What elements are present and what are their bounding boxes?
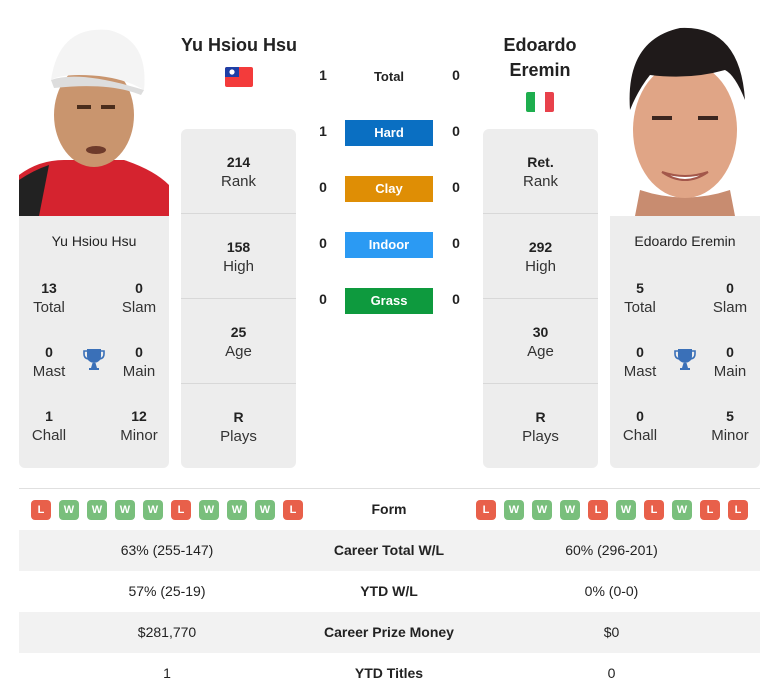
player2-high: 292 High [525, 239, 556, 275]
h2h-indoor-p2: 0 [452, 235, 460, 251]
player1-value: $281,770 [137, 624, 197, 640]
player1-high: 158 High [223, 239, 254, 275]
trophy-icon [82, 347, 106, 376]
surface-clay-button[interactable]: Clay [345, 176, 433, 202]
h2h-clay-p1: 0 [319, 179, 327, 195]
player2-form-badge-win[interactable]: W [560, 500, 580, 520]
player2-value: 0% (0-0) [584, 583, 639, 599]
player2-form-badge-loss[interactable]: L [644, 500, 664, 520]
player2-value: 0 [607, 665, 616, 681]
player2-name-line1: Edoardo [503, 35, 577, 55]
player2-titles-mast: 0 Mast [623, 344, 657, 380]
player2-name-line2: Eremin [509, 60, 571, 80]
player1-form-badge-win[interactable]: W [87, 500, 107, 520]
player2-titles-chall: 0 Chall [622, 408, 658, 444]
player2-titles-total: 5 Total [624, 280, 656, 316]
player2-form-badge-loss[interactable]: L [588, 500, 608, 520]
h2h-grass-p1: 0 [319, 291, 327, 307]
player2-rank: Ret. Rank [522, 154, 559, 190]
surface-grass-button[interactable]: Grass [345, 288, 433, 314]
player2-form-badge-loss[interactable]: L [728, 500, 748, 520]
player2-form-badge-win[interactable]: W [504, 500, 524, 520]
player1-plays: R Plays [220, 409, 257, 445]
player1-stats-card: 214 Rank 158 High 25 Age R Plays [181, 129, 296, 468]
player1-age: 25 Age [225, 324, 252, 360]
player1-titles-chall: 1 Chall [31, 408, 67, 444]
divider [181, 298, 296, 299]
row-label: Career Total W/L [333, 542, 445, 558]
player1-titles-total: 13 Total [33, 280, 65, 316]
row-label: YTD W/L [360, 583, 418, 599]
divider [181, 213, 296, 214]
player2-titles-main: 0 Main [713, 344, 747, 380]
player2-name[interactable]: Edoardo Eremin [480, 33, 600, 83]
table-row: 63% (255-147) Career Total W/L 60% (296-… [19, 530, 760, 571]
divider [483, 213, 598, 214]
player1-value: 63% (255-147) [120, 542, 214, 558]
player1-form-badge-win[interactable]: W [59, 500, 79, 520]
player1-form-badge-win[interactable]: W [143, 500, 163, 520]
h2h-total-p1: 1 [319, 67, 327, 83]
player1-form-badge-win[interactable]: W [199, 500, 219, 520]
player2-photo [610, 20, 760, 216]
player1-titles-mast: 0 Mast [32, 344, 66, 380]
h2h-hard-p1: 1 [319, 123, 327, 139]
row-label: YTD Titles [354, 665, 424, 681]
player2-titles-card: Edoardo Eremin 5 Total 0 Slam 0 Mast 0 M… [610, 216, 760, 468]
table-row: 57% (25-19) YTD W/L 0% (0-0) [19, 571, 760, 612]
table-row: $281,770 Career Prize Money $0 [19, 612, 760, 653]
divider [483, 298, 598, 299]
surface-hard-button[interactable]: Hard [345, 120, 433, 146]
taiwan-flag-icon [225, 67, 253, 87]
player2-form-badge-win[interactable]: W [616, 500, 636, 520]
form-row: LWWWWLWWWL Form LWWWLWLWLL [19, 489, 760, 530]
player2-form-badge-win[interactable]: W [672, 500, 692, 520]
row-label: Career Prize Money [324, 624, 454, 640]
h2h-indoor-p1: 0 [319, 235, 327, 251]
player1-form-badge-loss[interactable]: L [31, 500, 51, 520]
player1-titles-card: Yu Hsiou Hsu 13 Total 0 Slam 0 Mast 0 Ma… [19, 216, 169, 468]
player2-form-badge-loss[interactable]: L [476, 500, 496, 520]
player1-form-badge-loss[interactable]: L [171, 500, 191, 520]
h2h-clay-p2: 0 [452, 179, 460, 195]
player1-value: 1 [163, 665, 171, 681]
player1-name[interactable]: Yu Hsiou Hsu [175, 33, 303, 58]
divider [483, 383, 598, 384]
player1-titles-main: 0 Main [122, 344, 156, 380]
h2h-hard-p2: 0 [452, 123, 460, 139]
player2-age: 30 Age [527, 324, 554, 360]
player1-form-badge-loss[interactable]: L [283, 500, 303, 520]
table-row: 1 YTD Titles 0 [19, 653, 760, 694]
player2-titles-minor: 5 Minor [711, 408, 749, 444]
player2-value: $0 [603, 624, 620, 640]
player2-stats-card: Ret. Rank 292 High 30 Age R Plays [483, 129, 598, 468]
italy-flag-icon [526, 92, 554, 112]
player2-plays: R Plays [522, 409, 559, 445]
form-label: Form [371, 501, 407, 517]
divider [181, 383, 296, 384]
player1-form-badge-win[interactable]: W [255, 500, 275, 520]
h2h-total-label: Total [373, 69, 405, 84]
player2-value: 60% (296-201) [565, 542, 658, 558]
player2-form-badge-loss[interactable]: L [700, 500, 720, 520]
player1-value: 57% (25-19) [128, 583, 206, 599]
player2-titles-slam: 0 Slam [712, 280, 748, 316]
player1-photo [19, 20, 169, 216]
surface-indoor-button[interactable]: Indoor [345, 232, 433, 258]
player2-card-name: Edoardo Eremin [634, 233, 736, 249]
player1-titles-slam: 0 Slam [121, 280, 157, 316]
player1-form-badge-win[interactable]: W [115, 500, 135, 520]
player1-form-badge-win[interactable]: W [227, 500, 247, 520]
player2-form-badge-win[interactable]: W [532, 500, 552, 520]
h2h-total-p2: 0 [452, 67, 460, 83]
h2h-grass-p2: 0 [452, 291, 460, 307]
player1-card-name: Yu Hsiou Hsu [51, 233, 137, 249]
player1-titles-minor: 12 Minor [120, 408, 158, 444]
player1-rank: 214 Rank [220, 154, 257, 190]
trophy-icon [673, 347, 697, 376]
